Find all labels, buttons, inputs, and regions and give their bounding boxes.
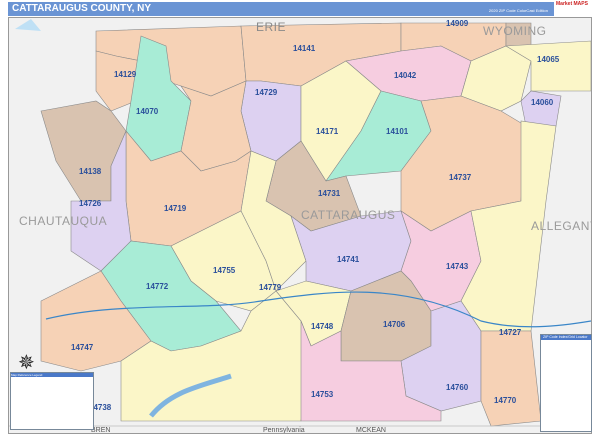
title-bar: CATTARAUGUS COUNTY, NY 2020 ZIP Code Col…	[8, 2, 554, 16]
zip-locator-index: ZIP Code Index/Grid Locator	[540, 334, 592, 432]
zip-label: 14909	[446, 19, 469, 28]
zip-label: 14748	[311, 322, 334, 331]
zip-label: 14060	[531, 98, 554, 107]
county-label-mckean: MCKEAN	[356, 427, 386, 434]
county-label-allegany: ALLEGANY	[531, 219, 592, 233]
map-legend: Map Reference Legend	[10, 372, 94, 430]
zip-area	[520, 90, 562, 127]
zip-label: 14760	[446, 383, 469, 392]
county-label-cattaraugus: CATTARAUGUS	[301, 208, 395, 222]
zip-map: ERIE WYOMING CHAUTAUQUA CATTARAUGUS ALLE…	[9, 19, 592, 434]
zip-label: 14129	[114, 70, 137, 79]
map-edition: 2020 ZIP Code ColorCast Edition	[488, 8, 548, 13]
locator-title: ZIP Code Index/Grid Locator	[541, 335, 591, 340]
zip-label: 14753	[311, 390, 334, 399]
publisher-logo: Market MAPS	[556, 1, 598, 16]
zip-label: 14747	[71, 343, 94, 352]
map-title: CATTARAUGUS COUNTY, NY	[12, 3, 152, 14]
state-label-pennsylvania: Pennsylvania	[263, 427, 305, 434]
zip-label: 14729	[255, 88, 278, 97]
zip-label: 14171	[316, 127, 339, 136]
zip-label: 14065	[537, 55, 560, 64]
zip-label: 14727	[499, 328, 522, 337]
zip-label: 14141	[293, 44, 316, 53]
zip-label: 14070	[136, 107, 159, 116]
zip-label: 14737	[449, 173, 472, 182]
county-label-wyoming: WYOMING	[483, 24, 547, 38]
zip-label: 14743	[446, 262, 469, 271]
zip-label: 14741	[337, 255, 360, 264]
zip-label: 14731	[318, 189, 341, 198]
logo-text: Market MAPS	[556, 1, 588, 7]
map-canvas[interactable]: ERIE WYOMING CHAUTAUQUA CATTARAUGUS ALLE…	[8, 17, 592, 434]
zip-label: 14726	[79, 199, 102, 208]
county-label-chautauqua: CHAUTAUQUA	[19, 214, 107, 228]
zip-label: 14755	[213, 266, 236, 275]
zip-label: 14779	[259, 283, 282, 292]
zip-area	[180, 80, 252, 172]
zip-label: 14719	[164, 204, 187, 213]
zip-label: 14772	[146, 282, 169, 291]
legend-title: Map Reference Legend	[11, 373, 93, 377]
zip-label: 14101	[386, 127, 409, 136]
zip-area	[480, 330, 542, 427]
zip-label: 14706	[383, 320, 406, 329]
zip-label: 14042	[394, 71, 417, 80]
zip-label: 14138	[79, 167, 102, 176]
county-label-erie: ERIE	[256, 20, 286, 34]
zip-label: 14770	[494, 396, 517, 405]
